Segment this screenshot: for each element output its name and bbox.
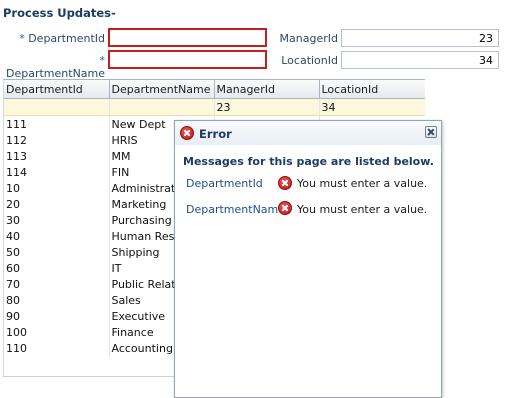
column-header-department-id[interactable]: DepartmentId: [4, 80, 110, 99]
error-text-department-name: You must enter a value.: [297, 203, 428, 216]
error-icon: [180, 126, 194, 140]
cell-location-id: 34: [319, 98, 425, 116]
department-name-input[interactable]: [108, 50, 267, 69]
cell-department-id: 50: [4, 244, 110, 260]
close-icon[interactable]: [425, 126, 437, 138]
department-id-input[interactable]: [108, 28, 267, 47]
table-header-row: DepartmentId DepartmentName ManagerId Lo…: [4, 80, 425, 99]
column-header-location-id[interactable]: LocationId: [319, 80, 425, 99]
error-icon: [278, 201, 292, 215]
department-name-label: * DepartmentName: [6, 54, 105, 80]
error-link-department-id[interactable]: DepartmentId: [186, 177, 263, 190]
cell-manager-id: 23: [214, 98, 320, 116]
cell-department-id: 80: [4, 292, 110, 308]
cell-department-id: 111: [4, 115, 110, 132]
dialog-title: Error: [199, 127, 232, 141]
error-icon: [278, 176, 292, 190]
required-marker: *: [19, 32, 25, 45]
required-marker: *: [99, 54, 106, 67]
cell-department-id: 114: [4, 164, 110, 180]
cell-department-id: 112: [4, 132, 110, 148]
dialog-message: Messages for this page are listed below.: [183, 155, 434, 168]
cell-department-id: 10: [4, 180, 110, 196]
error-text-department-id: You must enter a value.: [297, 177, 428, 190]
cell-department-id: 113: [4, 148, 110, 164]
location-id-label: LocationId: [281, 54, 338, 67]
cell-department-id: 100: [4, 324, 110, 340]
cell-department-id: [4, 98, 110, 116]
cell-department-id: 60: [4, 260, 110, 276]
manager-id-label: ManagerId: [279, 32, 338, 45]
error-dialog: Error Messages for this page are listed …: [174, 120, 442, 398]
cell-department-id: 30: [4, 212, 110, 228]
column-header-department-name[interactable]: DepartmentName: [109, 80, 215, 99]
table-row-selected[interactable]: 23 34: [4, 98, 425, 116]
page-title: Process Updates-: [3, 6, 116, 20]
department-id-label-text: DepartmentId: [28, 32, 105, 45]
cell-department-id: 20: [4, 196, 110, 212]
department-id-label: * DepartmentId: [6, 32, 105, 45]
cell-department-id: 90: [4, 308, 110, 324]
cell-department-id: 40: [4, 228, 110, 244]
error-link-department-name[interactable]: DepartmentName: [186, 203, 285, 216]
location-id-input[interactable]: [341, 51, 499, 69]
column-header-manager-id[interactable]: ManagerId: [214, 80, 320, 99]
cell-department-id: 70: [4, 276, 110, 292]
cell-department-id: 110: [4, 340, 110, 356]
dialog-header: Error: [175, 121, 441, 145]
cell-department-name: [109, 98, 215, 116]
manager-id-input[interactable]: [341, 29, 499, 47]
